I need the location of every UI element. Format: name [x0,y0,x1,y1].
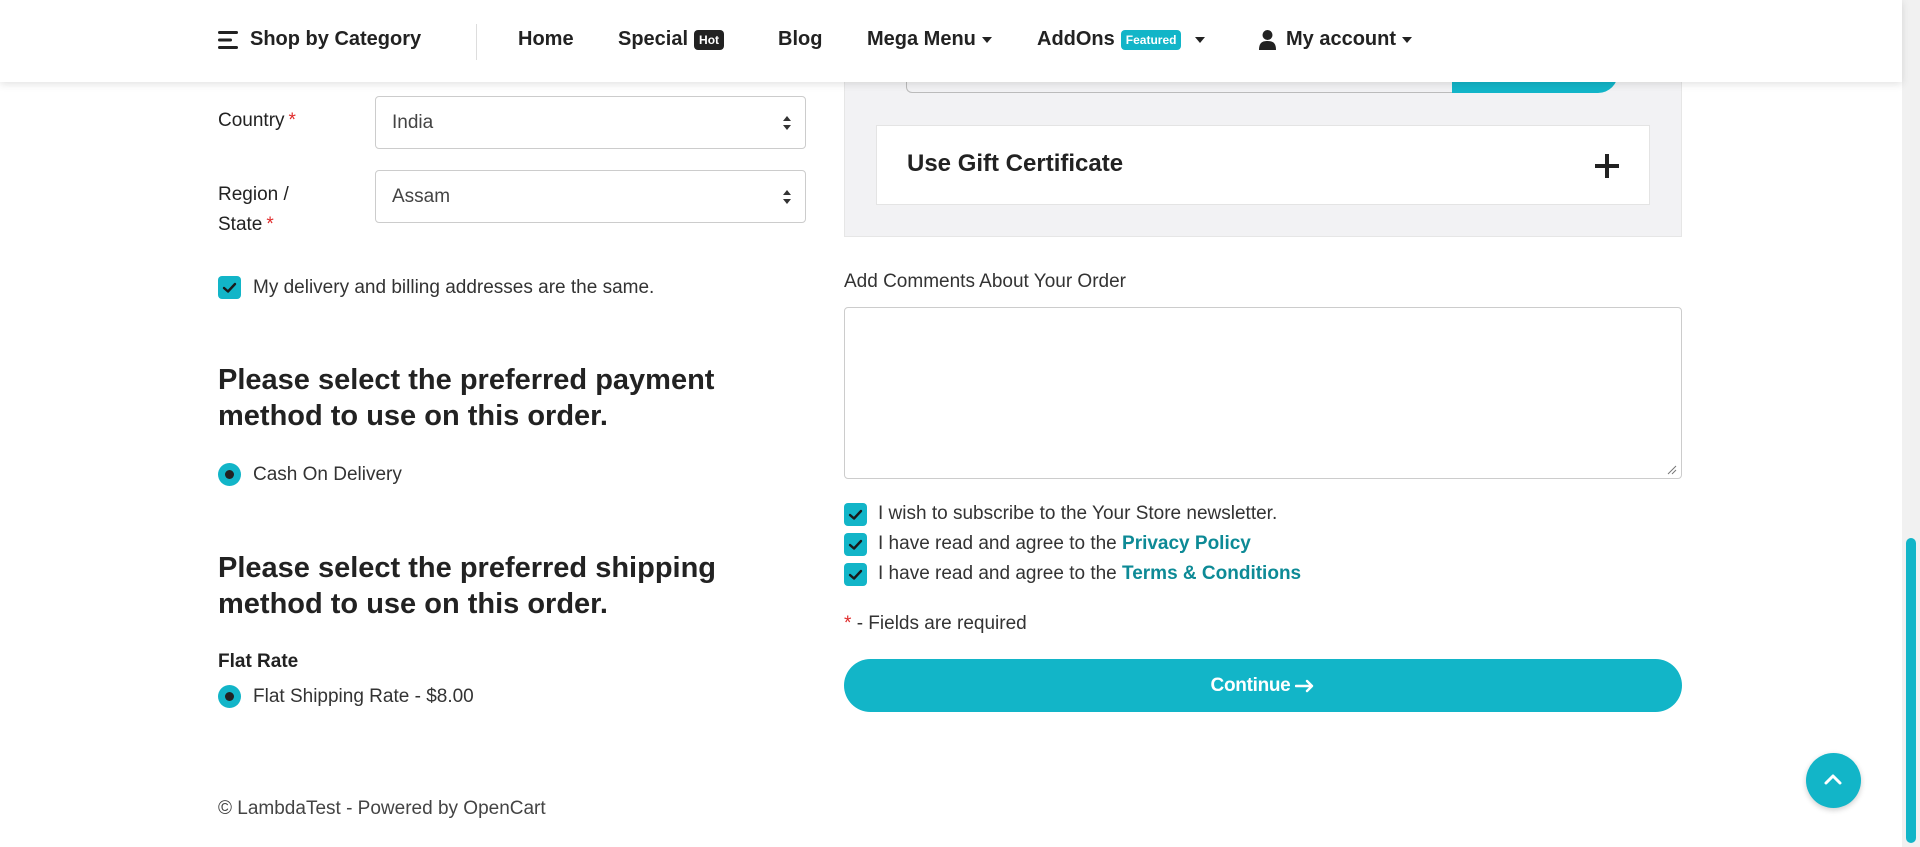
country-label-text: Country [218,110,285,131]
shipping-heading: Please select the preferred shipping met… [218,552,717,620]
nav-my-account-dropdown[interactable]: My account [1259,28,1413,51]
nav-mega-menu-label: Mega Menu [867,28,976,50]
shop-by-category-button[interactable]: Shop by Category [218,28,421,51]
comments-label: Add Comments About Your Order [844,271,1126,292]
privacy-agree-text: I have read and agree to the Privacy Pol… [878,533,1251,555]
newsletter-label: I wish to subscribe to the Your Store ne… [878,503,1278,524]
featured-badge: Featured [1120,29,1182,50]
required-mark: * [844,613,852,634]
terms-conditions-link[interactable]: Terms & Conditions [1122,563,1301,584]
nav-home-label: Home [518,28,574,50]
user-icon [1259,29,1276,50]
nav-divider [476,24,477,60]
cash-on-delivery-label: Cash On Delivery [253,464,402,485]
continue-button[interactable]: Continue [844,659,1682,712]
region-select[interactable]: Assam [375,170,806,223]
gift-certificate-title: Use Gift Certificate [907,150,1124,177]
nav-special-link[interactable]: Special Hot [618,28,725,51]
comments-textarea[interactable] [844,307,1682,479]
cash-on-delivery-radio[interactable] [218,463,241,486]
plus-icon[interactable] [1595,154,1619,178]
nav-home-link[interactable]: Home [518,28,574,51]
nav-blog-link[interactable]: Blog [778,28,822,51]
select-arrows-icon [783,190,791,204]
terms-agree-text: I have read and agree to the Terms & Con… [878,563,1301,585]
nav-mega-menu-dropdown[interactable]: Mega Menu [867,28,992,51]
select-arrows-icon [783,116,791,130]
newsletter-checkbox[interactable] [844,503,867,526]
privacy-policy-link[interactable]: Privacy Policy [1122,533,1251,554]
nav-addons-label: AddOns [1037,28,1115,50]
scroll-to-top-button[interactable] [1806,753,1861,808]
terms-checkbox[interactable] [844,563,867,586]
gift-certificate-accordion[interactable]: Use Gift Certificate [876,125,1650,205]
caret-down-icon [1402,36,1413,43]
region-label-line1: Region / [218,184,289,205]
required-note-text: - Fields are required [856,613,1027,634]
payment-heading: Please select the preferred payment meth… [218,364,715,432]
country-label: Country * [218,106,296,136]
check-icon [848,539,863,550]
menu-icon [218,30,238,49]
resize-grip-icon[interactable] [1667,465,1677,475]
continue-label: Continue [1210,674,1291,696]
arrow-right-icon [1295,679,1314,692]
check-icon [222,282,237,293]
terms-prefix: I have read and agree to the [878,563,1123,584]
nav-my-account-label: My account [1286,28,1397,50]
scrollbar-thumb[interactable] [1906,538,1916,843]
page-scrollbar[interactable] [1902,0,1920,847]
chevron-up-icon [1824,774,1842,785]
country-select-value: India [392,111,434,133]
same-address-checkbox[interactable] [218,276,241,299]
check-icon [848,569,863,580]
flat-rate-title: Flat Rate [218,651,299,672]
privacy-prefix: I have read and agree to the [878,533,1123,554]
country-select[interactable]: India [375,96,806,149]
required-note: * - Fields are required [844,613,1027,635]
caret-down-icon [981,36,992,43]
region-label-line2: State [218,214,263,235]
required-mark: * [266,214,274,235]
check-icon [848,509,863,520]
nav-blog-label: Blog [778,28,823,50]
region-label: Region / State * [218,180,289,240]
hot-badge: Hot [694,29,725,50]
required-mark: * [288,110,296,131]
flat-shipping-radio[interactable] [218,685,241,708]
shop-by-category-label: Shop by Category [250,28,422,50]
flat-shipping-label: Flat Shipping Rate - $8.00 [253,686,474,707]
same-address-label: My delivery and billing addresses are th… [253,277,655,298]
nav-special-label: Special [618,28,689,50]
nav-addons-dropdown[interactable]: AddOns Featured [1037,28,1206,51]
caret-down-icon [1195,36,1206,43]
footer-copyright: © LambdaTest - Powered by OpenCart [218,798,546,819]
privacy-checkbox[interactable] [844,533,867,556]
region-select-value: Assam [392,185,451,207]
top-navbar: Shop by Category Home Special Hot Blog M… [0,0,1902,82]
